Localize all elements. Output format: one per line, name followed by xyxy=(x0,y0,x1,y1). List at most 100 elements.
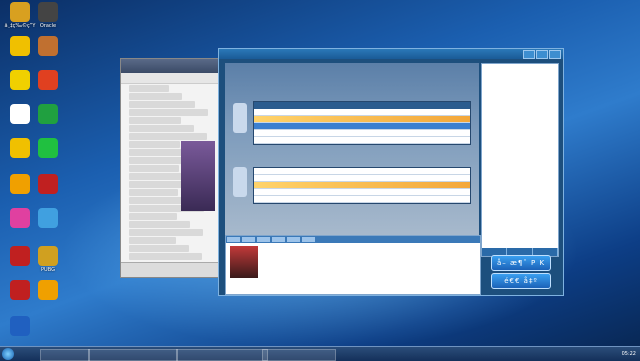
app-icon xyxy=(38,208,58,228)
app-icon xyxy=(10,138,30,158)
list-item[interactable] xyxy=(129,109,208,116)
room-chat[interactable] xyxy=(225,235,481,295)
table-row[interactable] xyxy=(254,116,470,123)
info-key xyxy=(485,158,519,167)
list-item[interactable] xyxy=(129,221,190,228)
app-icon-16[interactable]: PUBG xyxy=(30,246,66,273)
app-icon xyxy=(10,70,30,90)
list-item[interactable] xyxy=(129,189,178,196)
info-key xyxy=(485,98,519,107)
table-row[interactable] xyxy=(254,189,470,196)
cancel-pk-button[interactable]: å– æ¶ˆ P K xyxy=(491,255,551,271)
app-icon xyxy=(38,138,58,158)
app-icon xyxy=(10,246,30,266)
taskbar-item[interactable] xyxy=(40,349,90,361)
team-a-header xyxy=(254,102,470,109)
app-icon xyxy=(10,104,30,124)
info-row xyxy=(482,149,558,158)
info-row xyxy=(482,124,558,133)
info-key xyxy=(485,81,519,90)
table-row[interactable] xyxy=(254,182,470,189)
chat-window[interactable] xyxy=(120,58,220,278)
app-icon-18[interactable] xyxy=(30,280,66,301)
chat-side-image xyxy=(181,141,215,211)
team-a-table[interactable] xyxy=(253,101,471,145)
info-key xyxy=(485,115,519,124)
pk-board xyxy=(225,63,479,235)
chat-window-footer[interactable] xyxy=(121,262,219,277)
list-item[interactable] xyxy=(129,165,179,172)
taskbar-item[interactable] xyxy=(176,349,268,361)
list-item[interactable] xyxy=(129,133,207,140)
app-icon xyxy=(10,280,30,300)
info-row xyxy=(482,158,558,167)
app-icon-4[interactable] xyxy=(30,36,66,57)
list-item[interactable] xyxy=(129,229,203,236)
minimize-icon[interactable] xyxy=(523,50,535,59)
start-button[interactable] xyxy=(2,348,14,360)
list-item[interactable] xyxy=(129,93,182,100)
info-row xyxy=(482,141,558,150)
app-icon-12[interactable] xyxy=(30,174,66,195)
list-item[interactable] xyxy=(129,237,176,244)
maximize-icon[interactable] xyxy=(536,50,548,59)
table-row[interactable] xyxy=(254,109,470,116)
game-window[interactable]: å– æ¶ˆ P K é€€ å‡º xyxy=(218,48,564,296)
app-icon-19[interactable] xyxy=(2,316,38,337)
info-row xyxy=(482,64,558,73)
taskbar: 05:22 xyxy=(0,346,640,361)
table-row[interactable] xyxy=(254,196,470,203)
taskbar-item[interactable] xyxy=(262,349,336,361)
app-icon-14[interactable] xyxy=(30,208,66,229)
app-icon xyxy=(10,208,30,228)
app-icon-8[interactable] xyxy=(30,104,66,125)
list-item[interactable] xyxy=(129,245,189,252)
player-info-panel xyxy=(481,63,559,257)
app-icon-2[interactable]: Oracle xyxy=(30,2,66,29)
list-item[interactable] xyxy=(129,101,195,108)
chat-window-header[interactable] xyxy=(121,59,219,73)
table-row[interactable] xyxy=(254,130,470,137)
info-row xyxy=(482,107,558,116)
window-controls[interactable] xyxy=(522,50,561,61)
team-b-badge xyxy=(233,167,247,197)
game-window-title xyxy=(219,49,563,59)
close-icon[interactable] xyxy=(549,50,561,59)
list-item[interactable] xyxy=(129,141,180,148)
table-row[interactable] xyxy=(254,168,470,175)
info-row xyxy=(482,73,558,82)
app-icon-6[interactable] xyxy=(30,70,66,91)
exit-button[interactable]: é€€ å‡º xyxy=(491,273,551,289)
list-item[interactable] xyxy=(129,213,177,220)
info-key xyxy=(485,149,519,158)
table-row[interactable] xyxy=(254,175,470,182)
taskbar-item[interactable] xyxy=(88,349,178,361)
app-icon xyxy=(38,246,58,266)
info-key xyxy=(485,124,519,133)
app-icon xyxy=(38,280,58,300)
app-icon xyxy=(38,174,58,194)
app-icon xyxy=(38,36,58,56)
info-key xyxy=(485,107,519,116)
info-row xyxy=(482,115,558,124)
app-icon xyxy=(38,2,58,22)
app-icon xyxy=(10,36,30,56)
icon-label: Oracle xyxy=(39,23,57,29)
info-row xyxy=(482,132,558,141)
info-row xyxy=(482,98,558,107)
app-icon-10[interactable] xyxy=(30,138,66,159)
list-item[interactable] xyxy=(129,253,202,260)
table-row[interactable] xyxy=(254,123,470,130)
info-key xyxy=(485,90,519,99)
app-icon xyxy=(10,316,30,336)
info-key xyxy=(485,73,519,82)
clock[interactable]: 05:22 xyxy=(622,349,636,359)
table-row[interactable] xyxy=(254,137,470,144)
chat-tabs[interactable] xyxy=(226,236,480,243)
info-key xyxy=(485,132,519,141)
team-b-table[interactable] xyxy=(253,167,471,204)
list-item[interactable] xyxy=(129,117,181,124)
info-row xyxy=(482,81,558,90)
list-item[interactable] xyxy=(129,125,194,132)
list-item[interactable] xyxy=(129,85,169,92)
